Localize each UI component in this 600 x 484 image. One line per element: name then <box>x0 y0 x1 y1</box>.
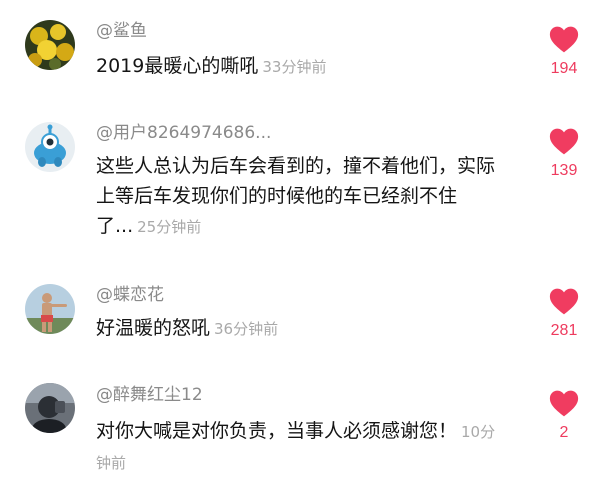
like-count: 2 <box>559 424 569 441</box>
comment-username[interactable]: @醉舞红尘12 <box>96 384 203 406</box>
comment-text: 对你大喊是对你负责，当事人必须感谢您！ <box>96 420 458 442</box>
like-button[interactable]: 2 <box>540 390 588 442</box>
person-selfie-avatar <box>25 383 75 433</box>
comment-body: 对你大喊是对你负责，当事人必须感谢您！ 10分钟前 <box>96 416 496 478</box>
heart-icon <box>549 390 579 417</box>
avatar[interactable] <box>25 383 75 433</box>
comment-item: @醉舞红尘12 对你大喊是对你负责，当事人必须感谢您！ 10分钟前 2 <box>0 0 600 484</box>
